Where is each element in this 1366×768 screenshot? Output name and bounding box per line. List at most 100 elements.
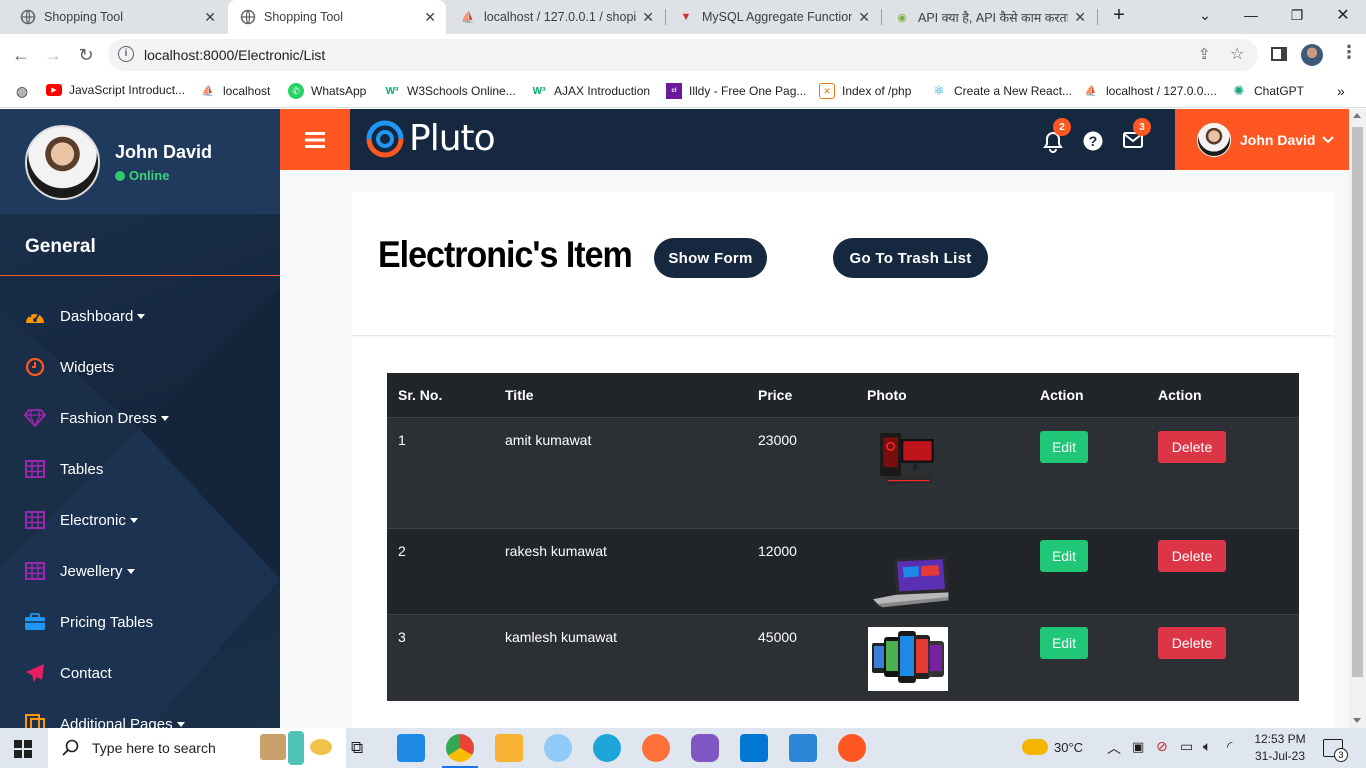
- notification-count-badge: 2: [1053, 118, 1071, 136]
- firefox-icon[interactable]: [642, 734, 670, 762]
- brand-logo[interactable]: Pluto: [365, 118, 496, 159]
- more-bookmarks-icon[interactable]: »: [1337, 83, 1345, 99]
- bookmark-item[interactable]: ⛵ localhost: [200, 83, 271, 99]
- bookmark-item[interactable]: ✺ ChatGPT: [1231, 83, 1304, 99]
- notifications-button[interactable]: 2: [1043, 118, 1071, 153]
- delete-button[interactable]: Delete: [1158, 627, 1226, 659]
- side-panel-icon[interactable]: [1271, 47, 1287, 61]
- sidebar-item-fashion-dress[interactable]: Fashion Dress: [0, 398, 280, 438]
- close-tab-icon[interactable]: ✕: [204, 9, 216, 26]
- page-scrollbar[interactable]: [1349, 109, 1366, 728]
- bookmark-item[interactable]: ✆ WhatsApp: [288, 83, 366, 99]
- taskbar-search-box[interactable]: Type here to search: [48, 728, 346, 768]
- forward-icon[interactable]: →: [40, 42, 66, 68]
- sidebar-item-pricing-tables[interactable]: Pricing Tables: [0, 602, 280, 642]
- close-tab-icon[interactable]: ✕: [424, 9, 436, 26]
- sidebar-item-additional-pages[interactable]: Additional Pages: [0, 704, 280, 728]
- delete-button[interactable]: Delete: [1158, 431, 1226, 463]
- scroll-down-icon[interactable]: [1353, 718, 1361, 723]
- task-view-icon[interactable]: ⧉: [351, 738, 363, 758]
- reload-icon[interactable]: ↻: [73, 42, 99, 68]
- sidebar-section-title: General: [25, 236, 96, 257]
- close-tab-icon[interactable]: ✕: [858, 9, 870, 26]
- table-icon: [24, 560, 46, 582]
- browser-tab-strip: Shopping Tool ✕ Shopping Tool ✕ ⛵ localh…: [0, 0, 1366, 34]
- scrollbar-thumb[interactable]: [1352, 127, 1363, 677]
- paint-icon[interactable]: [544, 734, 572, 762]
- scroll-up-icon[interactable]: [1353, 113, 1361, 118]
- close-tab-icon[interactable]: ✕: [1074, 9, 1086, 26]
- sidebar-item-tables[interactable]: Tables: [0, 449, 280, 489]
- notification-center-icon[interactable]: 3: [1323, 739, 1348, 762]
- system-clock[interactable]: 12:53 PM 31-Jul-23: [1250, 731, 1310, 765]
- bookmark-item[interactable]: W³ W3Schools Online...: [384, 83, 516, 99]
- photos-icon[interactable]: [789, 734, 817, 762]
- address-bar[interactable]: i localhost:8000/Electronic/List ⇪ ☆: [108, 39, 1258, 71]
- webcam-icon[interactable]: ▣: [1132, 739, 1144, 755]
- browser-tab[interactable]: ⛵ localhost / 127.0.0.1 / shopin ✕: [448, 0, 664, 34]
- vscode-icon[interactable]: [740, 734, 768, 762]
- copilot-icon[interactable]: [691, 734, 719, 762]
- restore-icon[interactable]: ❐: [1274, 0, 1320, 30]
- bookmark-item[interactable]: ⛵ localhost / 127.0.0....: [1083, 83, 1217, 99]
- sidebar-item-dashboard[interactable]: Dashboard: [0, 296, 280, 336]
- brand-name: Pluto: [409, 118, 496, 159]
- bookmark-item[interactable]: cl Illdy - Free One Pag...: [666, 83, 806, 99]
- edit-button[interactable]: Edit: [1040, 431, 1088, 463]
- xampp-icon: ✕: [819, 83, 835, 99]
- minimize-icon[interactable]: —: [1228, 0, 1274, 30]
- speaker-icon[interactable]: 🔈︎: [1203, 738, 1211, 755]
- show-form-button[interactable]: Show Form: [654, 238, 767, 278]
- url-text: localhost:8000/Electronic/List: [144, 47, 326, 63]
- avatar[interactable]: [25, 125, 100, 200]
- edit-button[interactable]: Edit: [1040, 627, 1088, 659]
- browser-tab[interactable]: Shopping Tool ✕: [8, 0, 226, 34]
- help-button[interactable]: ?: [1083, 131, 1105, 153]
- wifi-icon[interactable]: ◜: [1227, 738, 1232, 755]
- file-explorer-icon[interactable]: [495, 734, 523, 762]
- page-title: Electronic's Item: [378, 234, 633, 276]
- tab-search-chevron-icon[interactable]: ⌄: [1182, 0, 1228, 30]
- profile-avatar[interactable]: [1301, 44, 1323, 66]
- edit-button[interactable]: Edit: [1040, 540, 1088, 572]
- go-to-trash-list-button[interactable]: Go To Trash List: [833, 238, 988, 278]
- battery-icon[interactable]: ▭: [1180, 738, 1193, 755]
- close-tab-icon[interactable]: ✕: [642, 9, 654, 26]
- mail-icon[interactable]: [397, 734, 425, 762]
- share-icon[interactable]: ⇪: [1198, 45, 1211, 63]
- youtube-icon: ▶: [46, 84, 62, 96]
- apps-icon[interactable]: ◍: [14, 83, 37, 99]
- bookmark-item[interactable]: ▶ JavaScript Introduct...: [46, 83, 185, 97]
- antivirus-icon[interactable]: ⊘: [1156, 738, 1168, 755]
- messages-button[interactable]: 3: [1123, 118, 1151, 153]
- new-tab-icon[interactable]: +: [1096, 0, 1142, 30]
- edge-icon[interactable]: [593, 734, 621, 762]
- bookmark-item[interactable]: ✕ Index of /php: [819, 83, 911, 99]
- show-hidden-icons-icon[interactable]: ︿: [1107, 738, 1121, 758]
- chevron-down-icon: [137, 313, 146, 319]
- bookmark-item[interactable]: W³ AJAX Introduction: [531, 83, 650, 99]
- menu-dots-icon[interactable]: ⋮: [1340, 42, 1358, 63]
- site-info-icon[interactable]: i: [118, 46, 134, 62]
- hamburger-menu-button[interactable]: [280, 109, 350, 170]
- delete-button[interactable]: Delete: [1158, 540, 1226, 572]
- sketch-app-icon[interactable]: [838, 734, 866, 762]
- sidebar-item-contact[interactable]: Contact: [0, 653, 280, 693]
- table-icon: [24, 509, 46, 531]
- chrome-icon[interactable]: [446, 734, 474, 762]
- windows-start-icon[interactable]: [14, 740, 32, 763]
- sidebar-item-jewellery[interactable]: Jewellery: [0, 551, 280, 591]
- close-window-icon[interactable]: ✕: [1320, 0, 1366, 30]
- chevron-down-icon: [126, 568, 135, 574]
- browser-tab[interactable]: ◉ API क्या है, API कैसे काम करता ✕: [882, 0, 1096, 34]
- weather-icon[interactable]: [1022, 739, 1048, 755]
- back-icon[interactable]: ←: [8, 42, 34, 68]
- bookmark-item[interactable]: ⚛ Create a New React...: [931, 83, 1072, 99]
- user-menu-button[interactable]: John David: [1175, 109, 1349, 170]
- browser-tab-active[interactable]: Shopping Tool ✕: [228, 0, 446, 34]
- cell-price: 12000: [758, 543, 797, 559]
- bookmark-star-icon[interactable]: ☆: [1230, 44, 1244, 64]
- sidebar-item-widgets[interactable]: Widgets: [0, 347, 280, 387]
- browser-tab[interactable]: ▼ MySQL Aggregate Functions ✕: [666, 0, 880, 34]
- sidebar-item-electronic[interactable]: Electronic: [0, 500, 280, 540]
